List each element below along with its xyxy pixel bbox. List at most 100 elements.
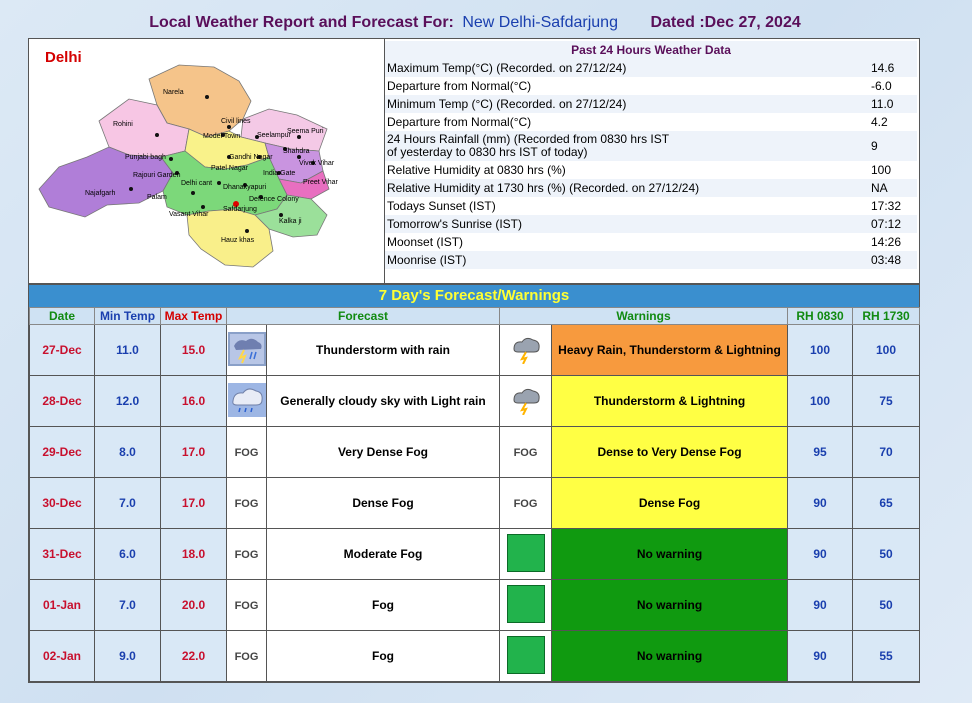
forecast-date: 30-Dec <box>29 477 95 529</box>
station-name: New Delhi-Safdarjung <box>462 14 618 31</box>
forecast-row: 30-Dec 7.0 17.0 FOG Dense Fog FOG Dense Fog 90 6… <box>29 477 921 529</box>
rh-1730: 50 <box>852 579 921 631</box>
forecast-date: 31-Dec <box>29 528 95 580</box>
max-temp: 22.0 <box>160 630 227 682</box>
rh-1730: 55 <box>852 630 921 682</box>
header-max-temp: Max Temp <box>160 307 227 325</box>
warning-icon-cell <box>499 579 552 631</box>
delhi-district-map: Narela Rohini Civil lines Model Town See… <box>38 64 339 268</box>
forecast-icon-cell: FOG <box>226 528 267 580</box>
report-title: Local Weather Report and Forecast For: <box>149 14 454 31</box>
map-label: Shahdra <box>283 148 310 155</box>
past-24h-table: Past 24 Hours Weather Data Maximum Temp(… <box>385 41 917 269</box>
map-label: Palam <box>147 194 167 201</box>
warning-icon-cell <box>499 630 552 682</box>
rh-0830: 100 <box>787 375 854 427</box>
past-row: 24 Hours Rainfall (mm) (Recorded from 08… <box>385 131 917 161</box>
forecast-table: Date Min Temp Max Temp Forecast Warnings… <box>29 307 921 682</box>
forecast-text: Thunderstorm with rain <box>266 324 500 376</box>
cloudy-light-rain-icon <box>227 382 266 417</box>
forecast-icon-cell <box>226 324 267 376</box>
header-date: Date <box>29 307 95 325</box>
green-square-icon <box>506 635 545 674</box>
report-date: Dated :Dec 27, 2024 <box>650 14 801 31</box>
map-label: Safdarjung <box>223 206 257 213</box>
min-temp: 12.0 <box>94 375 161 427</box>
forecast-icon-cell: FOG <box>226 426 267 478</box>
min-temp: 9.0 <box>94 630 161 682</box>
warning-text: No warning <box>550 630 789 682</box>
map-title: Delhi <box>45 49 82 66</box>
max-temp: 17.0 <box>160 426 227 478</box>
fog-icon: FOG <box>234 651 259 663</box>
map-label: Seema Puri <box>287 128 324 135</box>
map-label: Vasant Vihar <box>169 211 209 218</box>
map-label: Rohini <box>113 121 133 128</box>
rh-0830: 90 <box>787 579 854 631</box>
green-square-icon <box>506 584 545 623</box>
warning-text: Thunderstorm & Lightning <box>550 375 789 427</box>
max-temp: 15.0 <box>160 324 227 376</box>
fog-icon: FOG <box>513 447 538 459</box>
map-label: Kalka ji <box>279 218 302 225</box>
min-temp: 6.0 <box>94 528 161 580</box>
forecast-icon-cell: FOG <box>226 477 267 529</box>
thunder-cloud-icon <box>512 388 540 415</box>
forecast-text: Dense Fog <box>266 477 500 529</box>
map-label: Najafgarh <box>85 190 115 197</box>
max-temp: 17.0 <box>160 477 227 529</box>
min-temp: 7.0 <box>94 477 161 529</box>
map-label: Civil lines <box>221 118 251 125</box>
rh-0830: 90 <box>787 477 854 529</box>
fog-icon: FOG <box>234 447 259 459</box>
past-row: Moonset (IST) 14:26 <box>387 235 902 249</box>
map-label: India Gate <box>263 170 295 177</box>
map-label: Model Town <box>203 133 240 140</box>
warning-icon-cell <box>499 324 552 376</box>
top-panel: Narela Rohini Civil lines Model Town See… <box>28 38 920 284</box>
min-temp: 7.0 <box>94 579 161 631</box>
forecast-row: 27-Dec 11.0 15.0 Thunderstorm with rain Heav… <box>29 324 921 376</box>
fog-icon: FOG <box>234 498 259 510</box>
delhi-map: Narela Rohini Civil lines Model Town See… <box>29 39 385 283</box>
map-label: Hauz khas <box>221 237 255 244</box>
thunder-cloud-icon <box>512 337 540 364</box>
forecast-text: Very Dense Fog <box>266 426 500 478</box>
past-24h-title: Past 24 Hours Weather Data <box>385 41 917 59</box>
min-temp: 11.0 <box>94 324 161 376</box>
green-square-icon <box>506 533 545 572</box>
rh-1730: 75 <box>852 375 921 427</box>
rh-0830: 90 <box>787 528 854 580</box>
past-row: Tomorrow's Sunrise (IST) 07:12 <box>385 215 917 233</box>
forecast-row: 28-Dec 12.0 16.0 Generally cloudy sky with … <box>29 375 921 427</box>
rh-1730: 65 <box>852 477 921 529</box>
header-warnings: Warnings <box>498 307 789 325</box>
rh-0830: 90 <box>787 630 854 682</box>
past-row: Maximum Temp(°C) (Recorded. on 27/12/24)… <box>385 59 917 77</box>
forecast-row: 02-Jan 9.0 22.0 FOG Fog No warning 90 55 <box>29 630 921 682</box>
forecast-text: Fog <box>266 579 500 631</box>
report-header: Local Weather Report and Forecast For: N… <box>0 14 950 32</box>
map-label: Preet Vihar <box>303 179 339 186</box>
warning-icon-cell <box>499 528 552 580</box>
warning-text: Dense to Very Dense Fog <box>550 426 789 478</box>
forecast-title: 7 Day's Forecast/Warnings <box>29 285 919 307</box>
forecast-icon-cell: FOG <box>226 579 267 631</box>
map-label: Narela <box>163 89 184 96</box>
fog-icon: FOG <box>234 549 259 561</box>
map-label: Delhi cant <box>181 180 212 187</box>
past-row: Moonrise (IST) 03:48 <box>385 251 917 269</box>
max-temp: 18.0 <box>160 528 227 580</box>
past-row: Todays Sunset (IST) 17:32 <box>387 199 902 213</box>
rh-1730: 70 <box>852 426 921 478</box>
map-label: Rajouri Garden <box>133 172 181 179</box>
warning-icon-cell: FOG <box>499 426 552 478</box>
past-row: Departure from Normal(°C) -6.0 <box>387 79 892 93</box>
map-label: Gandhi Nagar <box>229 154 273 161</box>
past-row: Relative Humidity at 0830 hrs (%) 100 <box>387 163 892 177</box>
warning-text: Heavy Rain, Thunderstorm & Lightning <box>550 324 789 376</box>
min-temp: 8.0 <box>94 426 161 478</box>
header-forecast: Forecast <box>226 307 500 325</box>
forecast-text: Moderate Fog <box>266 528 500 580</box>
map-label: Patel Nagar <box>211 165 249 172</box>
